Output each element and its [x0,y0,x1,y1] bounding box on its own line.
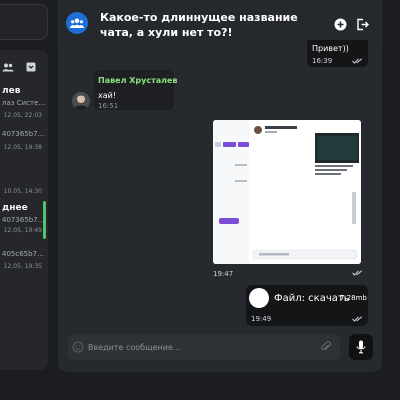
file-size: 7.28mb [340,294,367,302]
list-item[interactable]: 407365b7… 12.05, 19:38 [0,130,48,170]
file-icon [249,288,269,308]
list-item-preview: 407365b7… [2,216,45,224]
double-check-icon [352,316,363,322]
plus-circle-icon[interactable] [333,17,347,31]
image-attachment[interactable] [213,120,361,264]
list-item-preview: 407365b7… [2,130,45,138]
message-time: 16:51 [98,102,119,110]
chat-list-toolbar [2,60,36,74]
message-input[interactable] [88,334,318,360]
double-check-icon [352,270,363,276]
list-item-time: 10.05, 14:30 [3,188,42,195]
chat-sidebar: лев лаз Систе… 12.05, 22:03 407365b7… 12… [0,0,48,400]
message-bubble-incoming: Павел Хрусталев хай! 16:51 [94,70,178,110]
message-time: 19:49 [251,315,272,323]
avatar[interactable] [72,92,90,110]
list-item-title: днее [2,203,28,213]
double-check-icon [352,58,363,64]
list-item-title: лев [2,86,21,96]
file-download-link[interactable]: Файл: скачать [274,293,350,304]
list-item-time: 12.05, 19:38 [3,144,42,151]
logout-icon[interactable] [355,17,369,31]
group-add-icon[interactable] [2,63,14,72]
users-icon [66,12,88,34]
list-item[interactable]: лев лаз Систе… 12.05, 22:03 [0,86,48,126]
sender-name: Павел Хрусталев [98,76,178,85]
chat-list: лев лаз Систе… 12.05, 22:03 407365b7… 12… [0,50,48,370]
microphone-icon[interactable] [349,334,373,360]
chat-add-icon[interactable] [26,62,36,72]
list-item-preview: 405c65b7… [2,250,45,258]
message-bubble-own: Привет)) 16:39 [307,40,368,67]
paperclip-icon[interactable] [320,341,332,353]
message-time: 16:39 [312,57,333,65]
list-item-time: 12.05, 19:49 [3,227,42,234]
list-item-active[interactable]: днее 407365b7… 12.05, 19:49 [0,201,48,243]
message-text: хай! [98,91,117,100]
list-item[interactable]: 405c65b7… 12.05, 19:35 [0,250,48,290]
emoji-icon[interactable] [72,341,84,353]
list-item-preview: лаз Систе… [2,99,46,107]
list-item-time: 12.05, 19:35 [3,263,42,270]
chat-title: Какое-то длиннущее название чата, а хули… [100,11,298,39]
file-message[interactable]: Файл: скачать 7.28mb 19:49 [246,285,368,326]
search-input[interactable] [0,4,48,40]
list-item-time: 12.05, 22:03 [3,112,42,119]
message-text: Привет)) [312,44,349,53]
chat-panel: Какое-то длиннущее название чата, а хули… [58,0,382,372]
message-time: 19:47 [213,270,234,278]
message-composer [68,334,340,360]
